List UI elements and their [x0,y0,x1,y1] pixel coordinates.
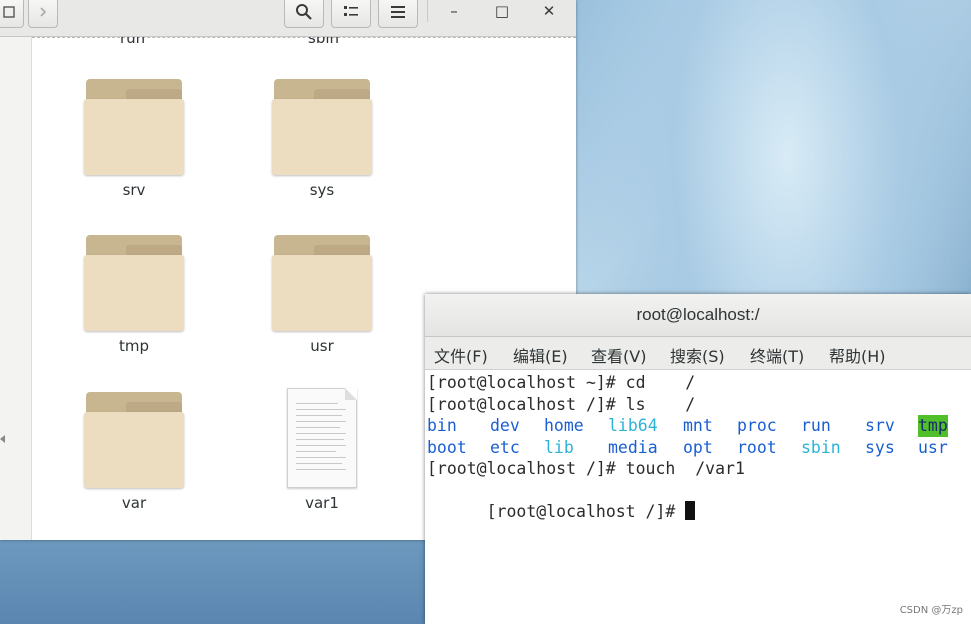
back-icon [3,6,15,18]
selection-border [32,37,576,38]
ls-entry: sys [865,437,895,457]
folder-icon [84,390,184,488]
ls-entry: lib64 [608,416,658,435]
ls-entry: run [801,416,831,435]
folder-icon [84,77,184,175]
ls-entry-sticky: tmp [918,415,948,437]
folder-icon [84,233,184,331]
item-label: usr [310,337,334,355]
item-label: tmp [118,337,149,355]
watermark: CSDN @万zp [899,605,963,616]
ls-entry: srv [865,416,895,435]
header-separator [427,0,428,22]
search-button[interactable] [284,0,324,28]
ls-entry: mnt [683,416,713,435]
file-manager-header: – □ ✕ [0,0,576,37]
ls-entry: media [608,437,658,457]
list-view-icon [344,6,358,16]
terminal-prompt-line[interactable]: [root@localhost /]# [427,480,696,545]
terminal-line: [root@localhost /]# touch /var1 [427,459,745,478]
terminal-titlebar[interactable]: root@localhost:/ [425,294,971,337]
terminal-prompt: [root@localhost /]# [486,502,686,521]
desktop-background-lower [0,536,430,624]
forward-button[interactable] [28,0,58,28]
item-label-partial[interactable]: sbin [308,37,339,47]
menu-file[interactable]: 文件(F) [434,343,488,367]
folder-item[interactable]: srv [69,77,199,199]
chevron-right-icon [40,7,47,17]
item-label: var1 [305,494,339,512]
ls-entry: dev [490,416,520,435]
back-button[interactable] [0,0,24,28]
folder-item[interactable]: var [69,390,199,512]
terminal-line: [root@localhost /]# ls / [427,394,696,414]
view-toggle-button[interactable] [331,0,371,28]
ls-entry: usr [918,437,948,457]
ls-entry: lib [544,437,574,457]
ls-entry: sbin [801,437,841,457]
menu-button[interactable] [378,0,418,28]
terminal-line: [root@localhost ~]# cd / [427,373,696,392]
eject-icon[interactable] [0,429,8,443]
minimize-button[interactable]: – [440,0,468,22]
item-label: sys [309,181,335,199]
ls-entry: home [544,416,584,435]
ls-entry: root [737,437,777,457]
terminal-cursor [685,501,696,520]
menu-view[interactable]: 查看(V) [591,343,646,367]
folder-item[interactable]: tmp [69,233,199,355]
file-item[interactable]: var1 [257,388,387,512]
terminal-output[interactable]: [root@localhost ~]# cd / [root@localhost… [427,372,967,622]
item-label: srv [122,181,146,199]
search-icon [296,4,312,20]
menu-search[interactable]: 搜索(S) [670,343,725,367]
menu-help[interactable]: 帮助(H) [829,343,886,367]
maximize-button[interactable]: □ [488,0,516,22]
ls-entry: boot [427,437,467,457]
terminal-title: root@localhost:/ [636,305,760,324]
sidebar[interactable] [0,37,32,540]
item-label: var [121,494,147,512]
terminal-window: root@localhost:/ 文件(F) 编辑(E) 查看(V) 搜索(S)… [425,294,971,624]
terminal-menubar: 文件(F) 编辑(E) 查看(V) 搜索(S) 终端(T) 帮助(H) [425,337,971,370]
menu-terminal[interactable]: 终端(T) [750,343,804,367]
folder-icon [272,77,372,175]
folder-icon [272,233,372,331]
ls-entry: proc [737,416,777,435]
menu-edit[interactable]: 编辑(E) [513,343,568,367]
folder-item[interactable]: sys [257,77,387,199]
ls-entry: opt [683,437,713,457]
folder-item[interactable]: usr [257,233,387,355]
ls-entry: etc [490,437,520,457]
hamburger-menu-icon [391,6,405,18]
ls-entry: bin [427,416,457,435]
close-button[interactable]: ✕ [535,0,563,22]
text-file-icon [287,388,357,488]
item-label-partial[interactable]: run [120,37,145,47]
